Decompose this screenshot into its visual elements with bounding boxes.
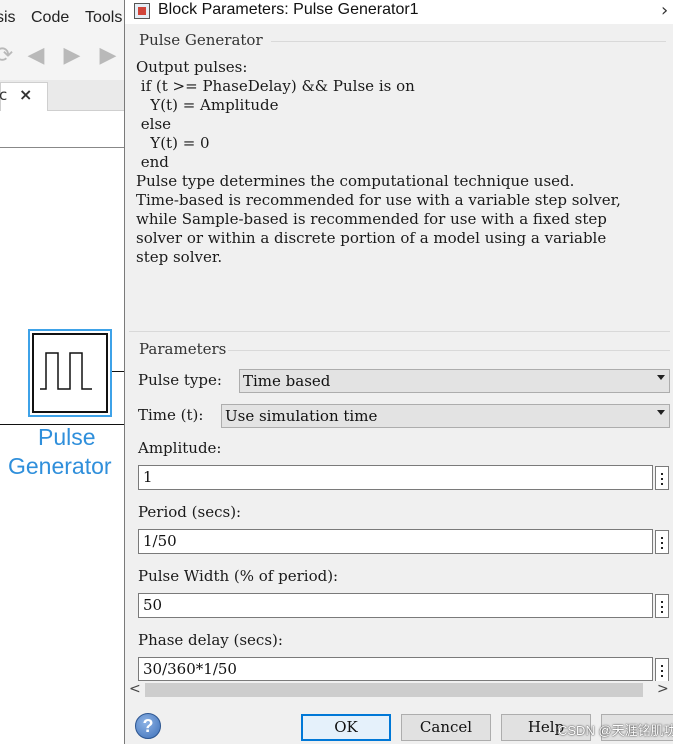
- step-back-icon[interactable]: ◀: [22, 42, 50, 70]
- watermark: CSDN @天涯铭肌功: [558, 723, 673, 738]
- group-divider: [228, 350, 670, 351]
- pulse-waveform-icon: [40, 352, 92, 390]
- address-bar[interactable]: [0, 111, 124, 148]
- description-line: Time-based is recommended for use with a…: [136, 191, 621, 209]
- description-line: if (t >= PhaseDelay) && Pulse is on: [136, 77, 415, 95]
- block-name-line1[interactable]: Pulse: [38, 424, 96, 451]
- chevron-right-icon[interactable]: ›: [661, 0, 668, 21]
- pulse-width-label: Pulse Width (% of period):: [138, 567, 339, 585]
- description-group-title: Pulse Generator: [139, 31, 263, 49]
- pulse-type-label: Pulse type:: [138, 371, 222, 389]
- description-line: end: [136, 153, 169, 171]
- phase-delay-input[interactable]: 30/360*1/50: [138, 657, 653, 681]
- pulse-type-value: Time based: [243, 372, 331, 390]
- output-port-line: [112, 371, 124, 372]
- description-line: Y(t) = 0: [136, 134, 210, 152]
- amplitude-label: Amplitude:: [138, 439, 222, 457]
- description-line: step solver.: [136, 248, 223, 266]
- amplitude-value: 1: [143, 468, 153, 486]
- parameters-group-title: Parameters: [139, 340, 227, 358]
- description-line: Output pulses:: [136, 58, 248, 76]
- close-icon[interactable]: ×: [19, 85, 32, 104]
- period-input[interactable]: 1/50: [138, 529, 653, 554]
- block-name-line2[interactable]: Generator: [8, 453, 112, 480]
- description-line: Y(t) = Amplitude: [136, 96, 279, 114]
- model-window: sis Code Tools ⟳ ◀ ▶ ▶ c × Pulse Generat…: [0, 0, 124, 744]
- period-label: Period (secs):: [138, 503, 242, 521]
- pulse-width-value: 50: [143, 596, 163, 614]
- group-divider: [271, 41, 666, 42]
- menu-item-code[interactable]: Code: [31, 9, 69, 27]
- scroll-left-icon[interactable]: <: [129, 681, 141, 697]
- tab-label: c: [0, 86, 8, 104]
- time-source-label: Time (t):: [138, 406, 204, 424]
- pulse-type-dropdown[interactable]: Time based: [239, 369, 670, 393]
- chevron-down-icon: [657, 375, 665, 380]
- description-text: Output pulses: if (t >= PhaseDelay) && P…: [136, 58, 671, 267]
- block-parameters-dialog: Block Parameters: Pulse Generator1 › Pul…: [124, 0, 673, 744]
- description-line: solver or within a discrete portion of a…: [136, 229, 607, 247]
- toolbar: ⟳ ◀ ▶ ▶: [0, 36, 124, 80]
- amplitude-input[interactable]: 1: [138, 465, 653, 490]
- title-bar: Block Parameters: Pulse Generator1 ›: [125, 0, 673, 24]
- more-options-icon[interactable]: [655, 658, 669, 682]
- pulse-generator-block[interactable]: [32, 333, 108, 413]
- scrollbar-thumb[interactable]: [145, 683, 643, 697]
- description-line: while Sample-based is recommended for us…: [136, 210, 607, 228]
- tab-model[interactable]: c ×: [0, 82, 48, 111]
- more-options-icon[interactable]: [655, 530, 669, 554]
- simulink-block-icon: [134, 3, 150, 19]
- menu-item-analysis[interactable]: sis: [0, 9, 16, 27]
- step-forward-icon[interactable]: ▶: [94, 42, 122, 70]
- menu-bar: sis Code Tools: [0, 0, 124, 36]
- scroll-right-icon[interactable]: >: [657, 681, 669, 697]
- more-options-icon[interactable]: [655, 594, 669, 618]
- horizontal-scrollbar[interactable]: < >: [125, 681, 673, 699]
- pulse-width-input[interactable]: 50: [138, 593, 653, 618]
- menu-item-tools[interactable]: Tools: [85, 9, 122, 27]
- time-source-dropdown[interactable]: Use simulation time: [221, 404, 670, 428]
- phase-delay-label: Phase delay (secs):: [138, 631, 283, 649]
- ok-button[interactable]: OK: [301, 714, 391, 741]
- refresh-icon[interactable]: ⟳: [0, 42, 18, 70]
- time-source-value: Use simulation time: [225, 407, 378, 425]
- run-icon[interactable]: ▶: [58, 42, 86, 70]
- chevron-down-icon: [657, 410, 665, 415]
- description-line: Pulse type determines the computational …: [136, 172, 575, 190]
- section-divider: [129, 331, 670, 332]
- period-value: 1/50: [143, 532, 177, 550]
- dialog-title: Block Parameters: Pulse Generator1: [158, 1, 419, 18]
- cancel-button[interactable]: Cancel: [401, 714, 491, 741]
- more-options-icon[interactable]: [655, 466, 669, 490]
- description-line: else: [136, 115, 172, 133]
- help-icon[interactable]: ?: [135, 713, 161, 739]
- phase-delay-value: 30/360*1/50: [143, 660, 237, 678]
